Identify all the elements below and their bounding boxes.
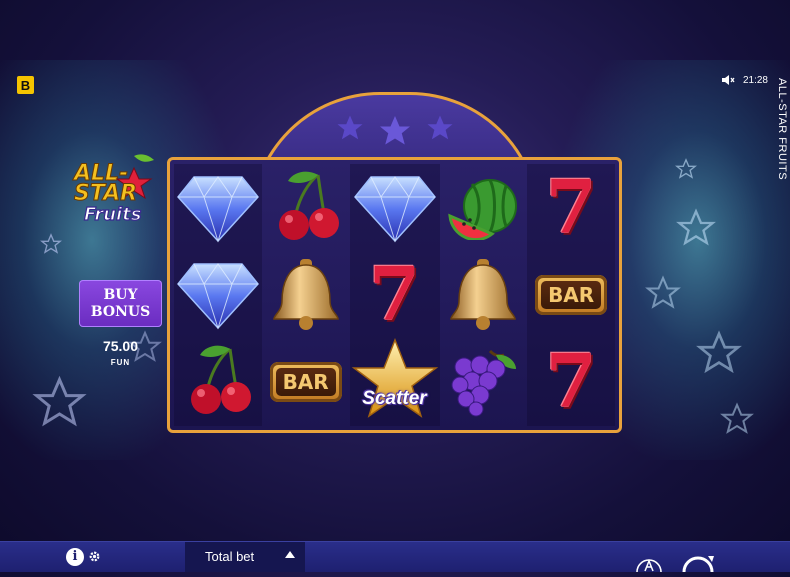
seven-symbol-icon: 7 <box>545 164 597 251</box>
decor-star-icon <box>40 233 62 254</box>
spin-icon[interactable] <box>678 544 718 577</box>
reel-cell-0-0 <box>174 164 262 251</box>
arch-star-icon <box>425 113 455 149</box>
reel-cell-2-1: BAR <box>262 338 350 426</box>
reel-cell-1-2: 7 <box>349 251 440 338</box>
bar-symbol-icon: BAR <box>535 274 608 315</box>
reel-cell-1-0 <box>174 251 262 338</box>
bet-up-arrow-icon[interactable] <box>285 551 295 558</box>
grapes-symbol-icon <box>446 347 520 417</box>
seven-symbol-icon: 7 <box>545 339 597 425</box>
reel-cell-0-3 <box>440 164 528 251</box>
game-title-vertical: ALL-STAR FRUITS <box>776 78 788 181</box>
watermelon-symbol-icon <box>446 176 520 240</box>
reel-cell-2-2: Scatter <box>349 338 440 426</box>
decor-star-icon <box>645 275 681 309</box>
seven-symbol-icon: 7 <box>368 251 421 338</box>
bar-symbol-icon: BAR <box>269 362 342 402</box>
total-bet-label: Total bet <box>205 549 255 564</box>
bar-label: BAR <box>275 368 336 396</box>
decor-star-icon <box>32 375 87 427</box>
cherry-symbol-icon <box>266 171 346 245</box>
clock: 21:28 <box>742 74 768 86</box>
diamond-symbol-icon <box>176 171 260 245</box>
cherry-symbol-icon <box>178 345 258 419</box>
reel-cell-0-1 <box>262 164 350 251</box>
brand-badge[interactable]: B <box>17 76 34 94</box>
reel-cell-1-3 <box>440 251 528 338</box>
bell-symbol-icon <box>270 257 342 333</box>
sound-muted-icon[interactable] <box>721 74 735 86</box>
decor-star-icon <box>720 402 754 434</box>
arch-star-icon <box>377 113 413 149</box>
buy-bonus-line2: BONUS <box>90 303 151 320</box>
reel-cell-2-4: 7 <box>527 338 615 426</box>
bonus-currency: FUN <box>110 358 131 367</box>
bell-symbol-icon <box>447 257 519 333</box>
buy-bonus-button[interactable]: BUY BONUS <box>79 280 162 327</box>
bar-label: BAR <box>541 280 602 309</box>
reel-grid: 7 7 BAR BAR Scatter 7 <box>167 157 622 433</box>
decor-star-icon <box>696 330 742 374</box>
arch-star-icon <box>335 113 365 149</box>
status-area: 21:28 <box>721 74 768 86</box>
reel-cell-2-0 <box>174 338 262 426</box>
scatter-label: Scatter <box>362 388 427 409</box>
reel-cell-0-4: 7 <box>527 164 615 251</box>
gear-icon[interactable] <box>88 550 101 568</box>
reel-cell-2-3 <box>440 338 528 426</box>
bottom-control-bar: i Total bet <box>0 541 790 573</box>
logo-line3: Fruits <box>84 204 142 225</box>
total-bet-panel[interactable]: Total bet <box>185 542 305 572</box>
decor-star-icon <box>676 208 716 246</box>
diamond-symbol-icon <box>353 171 437 245</box>
autoplay-icon[interactable] <box>634 550 664 577</box>
decor-star-icon <box>675 158 697 179</box>
logo-line2: STAR <box>74 181 137 206</box>
scatter-symbol-icon: Scatter <box>350 338 440 426</box>
bonus-price: 75.00 <box>102 338 139 354</box>
diamond-symbol-icon <box>176 258 260 332</box>
reel-cell-1-4: BAR <box>527 251 615 338</box>
game-logo: ALL- STAR Fruits <box>72 150 172 226</box>
reel-cell-1-1 <box>262 251 350 338</box>
reel-cell-0-2 <box>349 164 440 251</box>
info-icon[interactable]: i <box>66 548 84 566</box>
buy-bonus-line1: BUY <box>103 286 138 303</box>
